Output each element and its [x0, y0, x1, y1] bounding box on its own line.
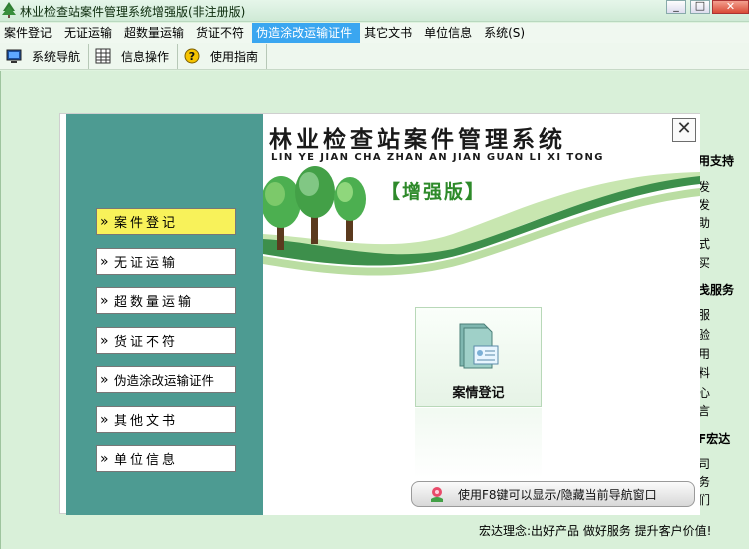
toolbar-system-nav-button[interactable]: 系统导航	[0, 43, 90, 69]
chevron-right-icon: »	[100, 253, 109, 270]
flower-icon	[431, 487, 443, 502]
tree-app-icon	[2, 2, 16, 18]
chevron-right-icon: »	[100, 213, 109, 230]
toolbar-user-guide-button[interactable]: ? 使用指南	[178, 43, 268, 69]
system-pinyin: LIN YE JIAN CHA ZHAN AN JIAN GUAN LI XI …	[271, 152, 604, 163]
case-detail-register-label: 案情登记	[452, 386, 505, 401]
chevron-right-icon: »	[100, 450, 109, 467]
dialog-content: 林业检查站案件管理系统 LIN YE JIAN CHA ZHAN AN JIAN…	[263, 114, 700, 515]
close-button[interactable]: ✕	[712, 0, 749, 14]
nav-unit-info-button[interactable]: » 单位信息	[96, 445, 236, 472]
title-bar: 林业检查站案件管理系统增强版(非注册版) _ □ ✕	[0, 0, 749, 22]
menu-bar: 案件登记 无证运输 超数量运输 货证不符 伪造涂改运输证件 其它文书 单位信息 …	[0, 23, 749, 43]
f8-hint-text: 使用F8键可以显示/隐藏当前导航窗口	[458, 487, 657, 502]
nav-panel: » 案件登记 » 无证运输 » 超数量运输 » 货证不符 » 伪造涂改运输证件 …	[66, 114, 263, 515]
bg-text: 戋服务	[698, 283, 735, 297]
bg-text: F宏达	[698, 432, 731, 446]
nav-over-quantity-button[interactable]: » 超数量运输	[96, 287, 236, 314]
window-title: 林业检查站案件管理系统增强版(非注册版)	[20, 5, 246, 19]
nav-other-documents-button[interactable]: » 其他文书	[96, 406, 236, 433]
chevron-right-icon: »	[100, 292, 109, 309]
nav-case-register-button[interactable]: » 案件登记	[96, 208, 236, 235]
menu-unit-info[interactable]: 单位信息	[420, 23, 480, 43]
menu-goods-mismatch[interactable]: 货证不符	[192, 23, 252, 43]
card-reflection	[415, 408, 542, 478]
toolbar-info-operation-button[interactable]: 信息操作	[89, 43, 179, 69]
menu-over-quantity[interactable]: 超数量运输	[120, 23, 192, 43]
dialog-close-button[interactable]: ✕	[672, 118, 696, 142]
chevron-right-icon: »	[100, 332, 109, 349]
chevron-right-icon: »	[100, 371, 109, 388]
grid-icon	[95, 48, 111, 64]
toolbar: 系统导航 信息操作 ? 使用指南	[0, 43, 749, 70]
nav-unlicensed-transport-button[interactable]: » 无证运输	[96, 248, 236, 275]
nav-forged-certificate-button[interactable]: » 伪造涂改运输证件	[96, 366, 236, 393]
system-title: 林业检查站案件管理系统	[269, 126, 566, 153]
help-icon: ?	[184, 48, 200, 64]
f8-hint-bar: 使用F8键可以显示/隐藏当前导航窗口	[411, 481, 695, 507]
nav-goods-mismatch-button[interactable]: » 货证不符	[96, 327, 236, 354]
menu-forged-certificate[interactable]: 伪造涂改运输证件	[252, 23, 361, 43]
company-slogan: 宏达理念:出好产品 做好服务 提升客户价值!	[479, 524, 712, 538]
bg-text: 用支持	[698, 154, 735, 168]
monitor-icon	[6, 49, 22, 63]
menu-other-documents[interactable]: 其它文书	[360, 23, 420, 43]
svg-text:?: ?	[189, 50, 195, 63]
case-detail-register-button[interactable]: 案情登记	[415, 307, 542, 407]
minimize-button[interactable]: _	[666, 0, 686, 14]
menu-unlicensed-transport[interactable]: 无证运输	[60, 23, 120, 43]
navigation-dialog: » 案件登记 » 无证运输 » 超数量运输 » 货证不符 » 伪造涂改运输证件 …	[59, 113, 700, 515]
maximize-button[interactable]: □	[690, 0, 710, 14]
menu-system[interactable]: 系统(S)	[480, 23, 533, 43]
chevron-right-icon: »	[100, 411, 109, 428]
edition-badge: 【增强版】	[381, 181, 487, 203]
menu-case-register[interactable]: 案件登记	[0, 23, 60, 43]
folder-document-icon	[459, 323, 499, 369]
